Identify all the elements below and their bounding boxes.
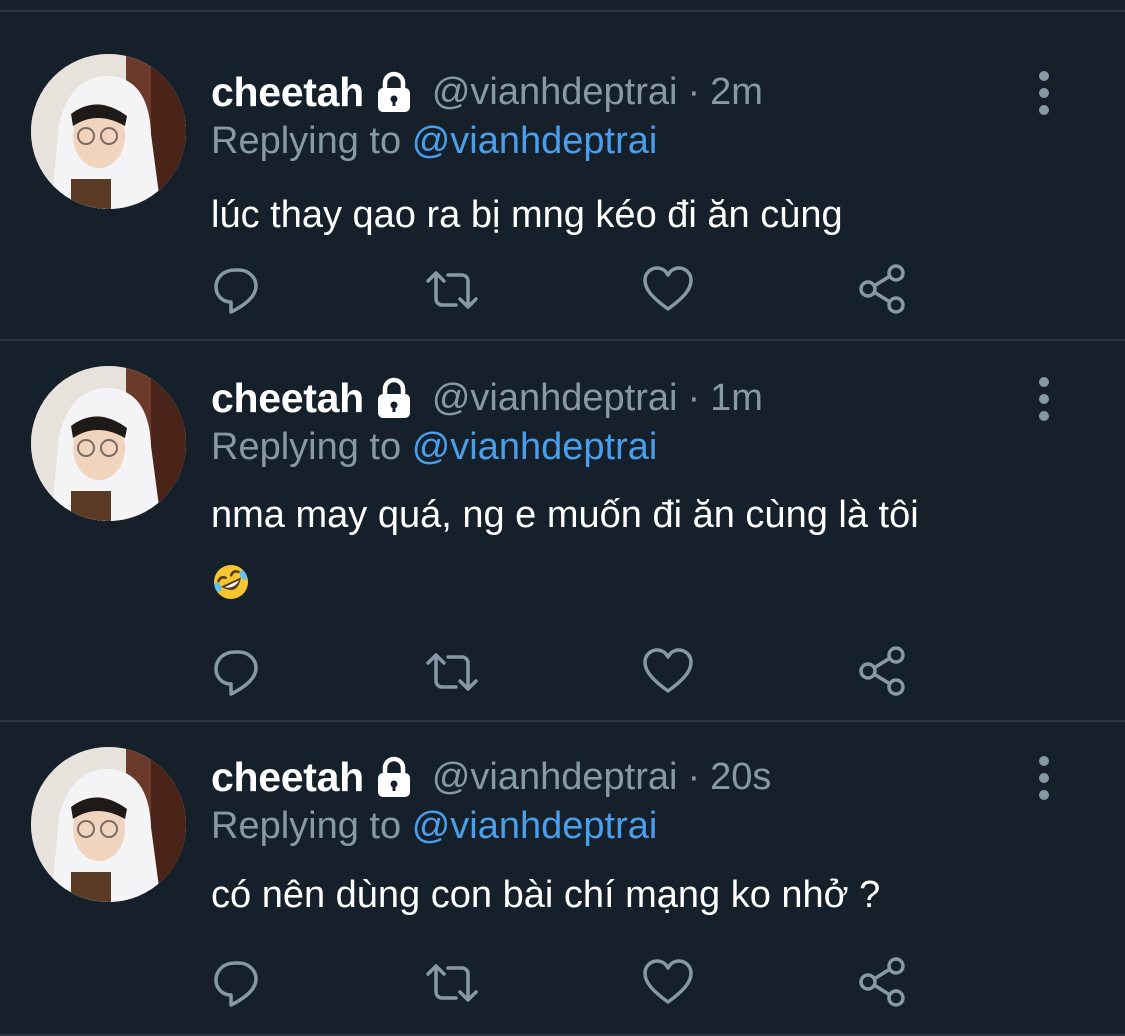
comment-icon[interactable] [209,644,265,700]
separator-dot: · [687,755,701,798]
more-vertical-icon[interactable] [1030,374,1058,424]
heart-icon[interactable] [640,644,696,700]
timestamp[interactable]: 1m [710,377,763,420]
separator-dot: · [687,376,701,419]
lock-icon [372,70,416,114]
tweet-1[interactable]: cheetah @vianhdeptrai · 2m Replying to @… [0,12,1125,341]
tweet-header: cheetah @vianhdeptrai · 20s [211,747,771,807]
retweet-icon[interactable] [424,955,480,1011]
comment-icon[interactable] [209,262,265,318]
lock-icon [372,376,416,420]
avatar[interactable] [31,366,186,521]
timestamp[interactable]: 20s [710,756,771,799]
display-name[interactable]: cheetah [211,375,364,422]
replying-to: Replying to @vianhdeptrai [211,120,657,163]
timestamp[interactable]: 2m [710,71,763,114]
tweet-header: cheetah @vianhdeptrai · 2m [211,62,763,122]
replying-handle[interactable]: @vianhdeptrai [412,426,658,468]
tweet-text-content: có nên dùng con bài chí mạng ko nhở ? [211,874,881,916]
tweet-text: có nên dùng con bài chí mạng ko nhở ? [211,864,1091,926]
replying-prefix: Replying to [211,120,402,162]
share-icon[interactable] [855,644,911,700]
tweet-text: nma may quá, ng e muốn đi ăn cùng là tôi [211,484,1091,608]
replying-prefix: Replying to [211,805,402,847]
lock-icon [372,755,416,799]
retweet-icon[interactable] [424,262,480,318]
avatar[interactable] [31,747,186,902]
replying-prefix: Replying to [211,426,402,468]
more-vertical-icon[interactable] [1030,68,1058,118]
replying-handle[interactable]: @vianhdeptrai [412,805,658,847]
user-handle[interactable]: @vianhdeptrai [432,377,678,420]
tweet-header: cheetah @vianhdeptrai · 1m [211,368,763,428]
heart-icon[interactable] [640,955,696,1011]
tweet-actions [0,644,1125,704]
more-vertical-icon[interactable] [1030,753,1058,803]
user-handle[interactable]: @vianhdeptrai [432,756,678,799]
heart-icon[interactable] [640,262,696,318]
replying-to: Replying to @vianhdeptrai [211,805,657,848]
share-icon[interactable] [855,955,911,1011]
tweet-2[interactable]: cheetah @vianhdeptrai · 1m Replying to @… [0,341,1125,722]
replying-handle[interactable]: @vianhdeptrai [412,120,658,162]
separator-dot: · [687,70,701,113]
tweet-actions [0,262,1125,322]
retweet-icon[interactable] [424,644,480,700]
display-name[interactable]: cheetah [211,754,364,801]
tweet-text-content: nma may quá, ng e muốn đi ăn cùng là tôi [211,494,919,536]
rolling-on-floor-laughing-emoji [211,559,251,599]
tweet-actions [0,955,1125,1015]
user-handle[interactable]: @vianhdeptrai [432,71,678,114]
tweet-3[interactable]: cheetah @vianhdeptrai · 20s Replying to … [0,722,1125,1036]
tweet-text: lúc thay qao ra bị mng kéo đi ăn cùng [211,184,1091,246]
tweet-text-content: lúc thay qao ra bị mng kéo đi ăn cùng [211,194,843,236]
avatar[interactable] [31,54,186,209]
replying-to: Replying to @vianhdeptrai [211,426,657,469]
comment-icon[interactable] [209,955,265,1011]
display-name[interactable]: cheetah [211,69,364,116]
share-icon[interactable] [855,262,911,318]
